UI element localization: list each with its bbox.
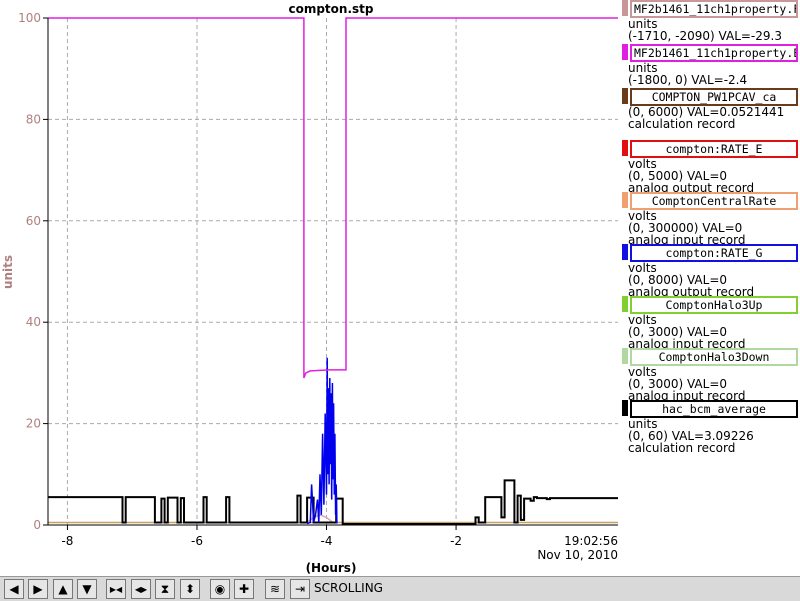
legend-name: MF2b1461_11ch1property.F <box>630 0 798 18</box>
auto-scale-icon: ◉ <box>214 582 226 596</box>
x-tick-label: -8 <box>61 534 73 548</box>
legend-name: compton:RATE_E <box>630 140 798 158</box>
legend-swatch <box>622 0 628 16</box>
axes: 0 20 40 60 80 100 -8 -6 -4 -2 <box>18 11 618 548</box>
scroll-now-button[interactable]: ⇥ <box>290 579 310 599</box>
style-button[interactable]: ≋ <box>265 579 285 599</box>
legend-swatch <box>622 348 628 364</box>
legend-swatch <box>622 296 628 312</box>
legend-name: hac_bcm_average <box>630 400 798 418</box>
legend-swatch <box>622 44 628 60</box>
zoom-out-horizontal-icon: ◀▶ <box>134 584 148 594</box>
time-label: 19:02:56 <box>564 534 618 548</box>
status-label: SCROLLING <box>314 581 383 595</box>
y-tick-label: 100 <box>18 11 41 25</box>
arrow-down-button[interactable]: ▼ <box>77 579 97 599</box>
legend-swatch <box>622 192 628 208</box>
series-line-mf2b1461-11ch1property-e <box>48 17 618 379</box>
style-icon: ≋ <box>269 582 281 596</box>
date-label: Nov 10, 2010 <box>537 548 618 562</box>
add-trace-icon: ✚ <box>238 582 250 596</box>
zoom-in-horizontal-icon: ▶◀ <box>109 584 123 594</box>
zoom-in-horizontal-button[interactable]: ▶◀ <box>106 579 126 599</box>
legend-swatch <box>622 400 628 416</box>
arrow-down-icon: ▼ <box>82 582 92 596</box>
legend-name: compton:RATE_G <box>630 244 798 262</box>
auto-scale-button[interactable]: ◉ <box>210 579 230 599</box>
chart-title: compton.stp <box>288 2 373 16</box>
toolbar: SCROLLING ◀ ▶ ▲ ▼ ▶◀ ◀▶ ⧗ ⬍ ◉ ✚ ≋ ⇥ <box>0 576 800 601</box>
arrow-up-button[interactable]: ▲ <box>53 579 73 599</box>
legend-name: MF2b1461_11ch1property.E <box>630 44 798 62</box>
zoom-in-vertical-button[interactable]: ⧗ <box>155 579 175 599</box>
arrow-left-button[interactable]: ◀ <box>4 579 24 599</box>
add-trace-button[interactable]: ✚ <box>234 579 254 599</box>
legend-range: (-1800, 0) VAL=-2.4 <box>628 73 748 87</box>
series-group <box>48 17 618 525</box>
zoom-in-vertical-icon: ⧗ <box>160 581 170 596</box>
x-tick-label: -4 <box>321 534 333 548</box>
legend-record: calculation record <box>628 117 736 131</box>
x-tick-label: -6 <box>191 534 203 548</box>
y-tick-label: 80 <box>26 112 41 126</box>
scroll-now-icon: ⇥ <box>294 582 306 596</box>
y-tick-label: 20 <box>26 417 41 431</box>
series-line-compton-rate-g <box>306 357 338 525</box>
x-tick-label: -2 <box>450 534 462 548</box>
legend-record: calculation record <box>628 441 736 455</box>
y-tick-label: 40 <box>26 315 41 329</box>
series-line-hac-bcm-average <box>48 479 618 525</box>
arrow-right-button[interactable]: ▶ <box>28 579 48 599</box>
zoom-out-vertical-button[interactable]: ⬍ <box>180 579 200 599</box>
plot-area[interactable]: compton.stp units (Hours) 19:02:56 Nov 1… <box>0 0 622 576</box>
zoom-out-horizontal-button[interactable]: ◀▶ <box>131 579 151 599</box>
arrow-up-icon: ▲ <box>58 582 68 596</box>
arrow-left-icon: ◀ <box>9 582 19 596</box>
legend-name: ComptonHalo3Up <box>630 296 798 314</box>
zoom-out-vertical-icon: ⬍ <box>184 582 196 596</box>
legend-swatch <box>622 140 628 156</box>
y-tick-label: 0 <box>33 518 41 532</box>
legend-swatch <box>622 88 628 104</box>
y-axis-label: units <box>1 255 15 289</box>
legend-name: ComptonHalo3Down <box>630 348 798 366</box>
legend-name: COMPTON_PW1PCAV_ca <box>630 88 798 106</box>
y-tick-label: 60 <box>26 214 41 228</box>
arrow-right-icon: ▶ <box>33 582 43 596</box>
legend-range: (-1710, -2090) VAL=-29.3 <box>628 29 782 43</box>
x-axis-label: (Hours) <box>306 561 357 575</box>
legend-name: ComptonCentralRate <box>630 192 798 210</box>
legend-swatch <box>622 244 628 260</box>
